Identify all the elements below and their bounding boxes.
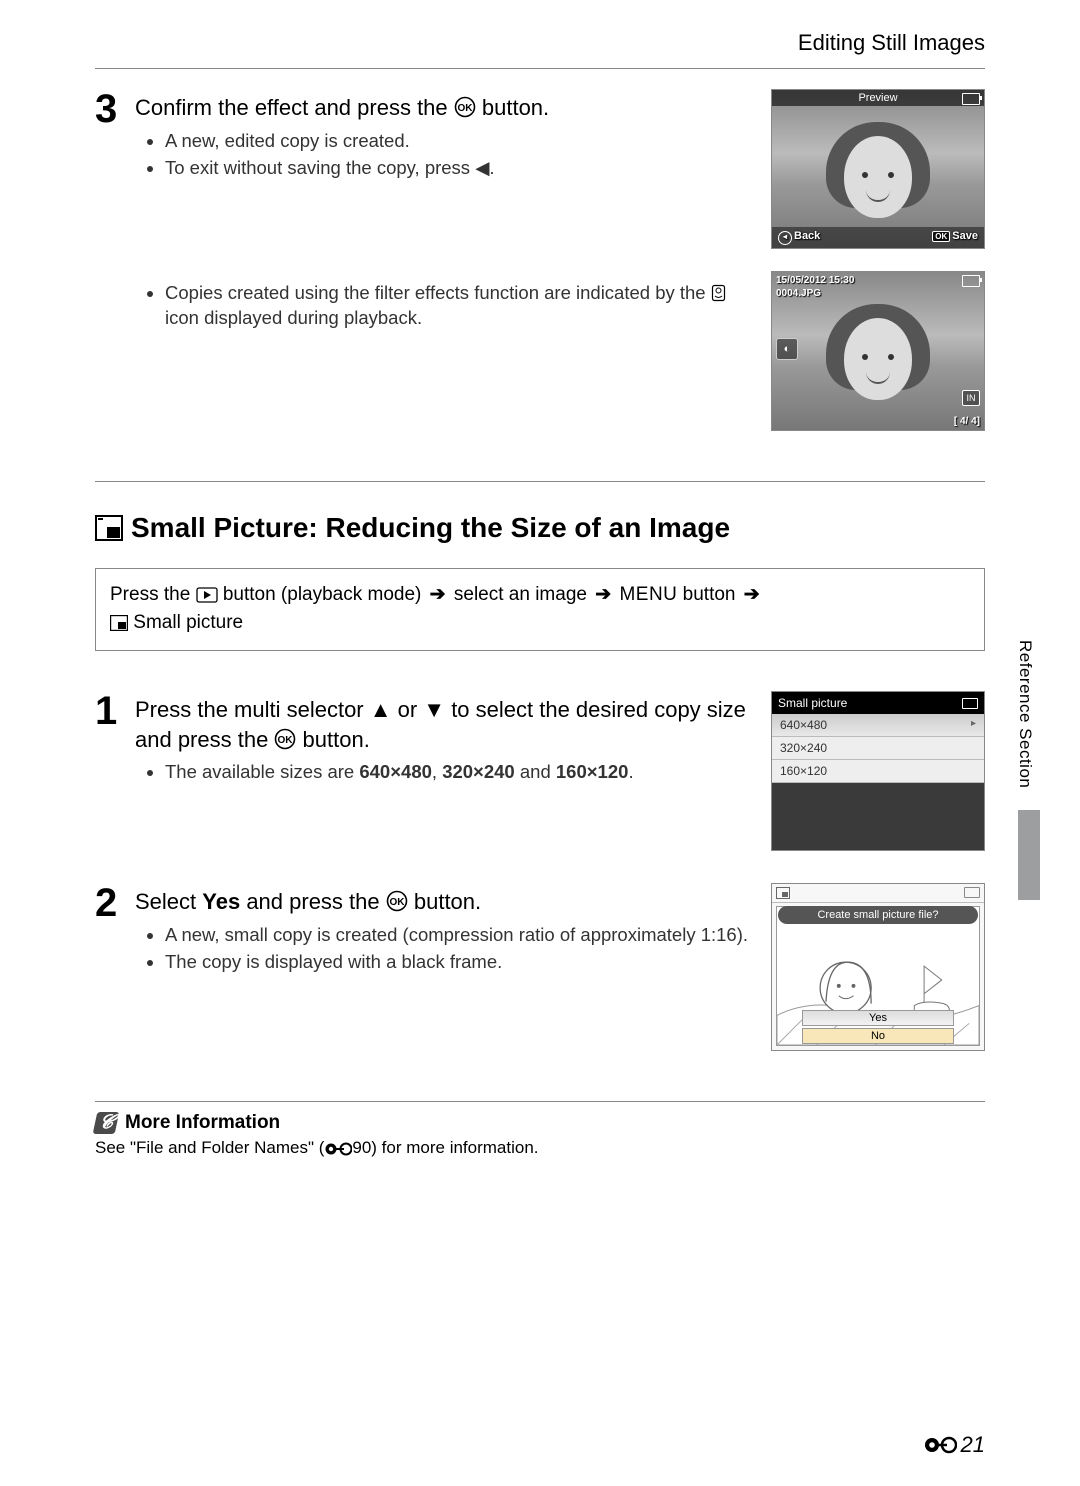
step3-bullets-a: A new, edited copy is created. To exit w…: [135, 129, 751, 181]
side-tab-marker: [1018, 810, 1040, 900]
ref-link-icon: [923, 1436, 957, 1454]
menu-title: Small picture: [778, 696, 847, 710]
save-label: OKSave: [932, 230, 978, 245]
dialog-no[interactable]: No: [802, 1028, 954, 1044]
more-info-heading: 𝓒 More Information: [95, 1112, 985, 1134]
playback-counter: [ 4/ 4]: [954, 416, 980, 427]
step2-instruction: Select Yes and press the OK button.: [135, 887, 751, 917]
back-label: ◂Back: [778, 230, 820, 245]
section-rule: [95, 481, 985, 482]
memory-in-icon: IN: [962, 390, 980, 406]
step1-bullets: The available sizes are 640×480, 320×240…: [135, 760, 751, 785]
small-picture-icon: [95, 515, 123, 541]
section-title: Small Picture: Reducing the Size of an I…: [95, 512, 985, 544]
step3-instruction: Confirm the effect and press the OK butt…: [135, 93, 751, 123]
ref-link-icon: [324, 1142, 352, 1156]
filter-icon: [711, 284, 726, 302]
note-rule: [95, 1101, 985, 1102]
preview-lcd: Preview ◂Back OKSave: [771, 89, 985, 249]
side-tab-label: Reference Section: [1015, 640, 1035, 788]
playback-date: 15/05/2012 15:30: [776, 275, 854, 286]
navigation-path: Press the button (playback mode) ➔ selec…: [95, 568, 985, 651]
menu-row[interactable]: 640×480▸: [772, 714, 984, 737]
menu-row[interactable]: 320×240: [772, 737, 984, 760]
bullet: A new, small copy is created (compressio…: [165, 923, 751, 948]
step2-number: 2: [95, 883, 135, 923]
step3-bullets-b: Copies created using the filter effects …: [135, 281, 751, 331]
svg-text:OK: OK: [457, 103, 473, 114]
battery-icon: [962, 275, 980, 287]
bullets-b-prefix: Copies created using the filter effects …: [165, 282, 711, 303]
filter-badge-icon: ◐: [776, 338, 798, 360]
bullet: Copies created using the filter effects …: [165, 281, 751, 331]
bullet: The available sizes are 640×480, 320×240…: [165, 760, 751, 785]
preview-title: Preview: [858, 92, 897, 104]
more-info-text: See "File and Folder Names" (90) for mor…: [95, 1138, 985, 1158]
ok-button-icon: OK: [274, 728, 296, 750]
dialog-prompt: Create small picture file?: [778, 906, 978, 924]
step1-number: 1: [95, 691, 135, 731]
bullet: To exit without saving the copy, press ◀…: [165, 156, 751, 181]
step3-text-a: Confirm the effect and press the: [135, 95, 454, 120]
step2-bullets: A new, small copy is created (compressio…: [135, 923, 751, 975]
playback-file: 0004.JPG: [776, 288, 821, 299]
bullet: The copy is displayed with a black frame…: [165, 950, 751, 975]
bullets-b-suffix: icon displayed during playback.: [165, 307, 422, 328]
bullet: A new, edited copy is created.: [165, 129, 751, 154]
ok-button-icon: OK: [386, 890, 408, 912]
menu-row[interactable]: 160×120: [772, 760, 984, 783]
note-icon: 𝓒: [93, 1112, 120, 1134]
small-picture-icon: [776, 887, 790, 899]
playback-button-icon: [196, 587, 218, 603]
svg-text:OK: OK: [278, 735, 294, 746]
svg-text:OK: OK: [389, 897, 405, 908]
ok-button-icon: OK: [454, 96, 476, 118]
battery-icon: [962, 698, 978, 709]
playback-lcd: 15/05/2012 15:30 0004.JPG ◐ IN [ 4/ 4]: [771, 271, 985, 431]
battery-icon: [962, 93, 980, 105]
step1-instruction: Press the multi selector ▲ or ▼ to selec…: [135, 695, 751, 754]
page-header: Editing Still Images: [95, 30, 985, 56]
dialog-yes[interactable]: Yes: [802, 1010, 954, 1026]
battery-icon: [964, 887, 980, 898]
step3-number: 3: [95, 89, 135, 129]
page-footer: 21: [923, 1432, 985, 1458]
size-menu-lcd: Small picture 640×480▸ 320×240 160×120: [771, 691, 985, 851]
small-picture-icon: [110, 615, 128, 631]
step3-text-b: button.: [476, 95, 549, 120]
confirm-dialog-lcd: Create small picture file? Yes No: [771, 883, 985, 1051]
top-rule: [95, 68, 985, 69]
